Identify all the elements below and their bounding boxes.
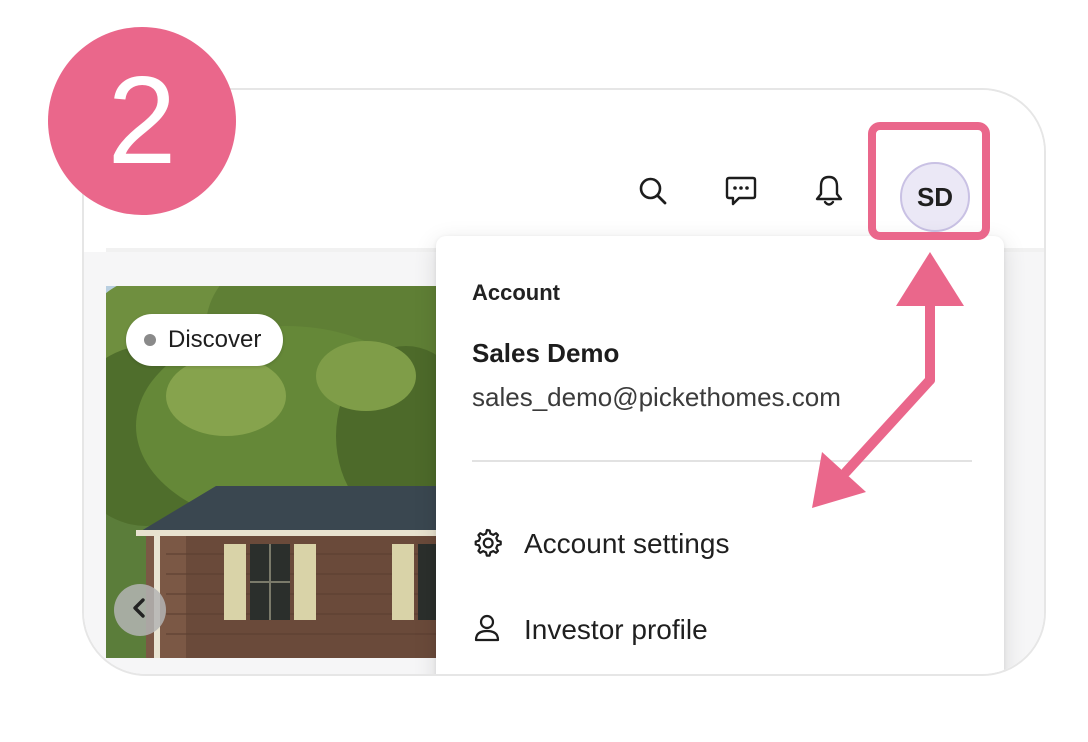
tutorial-frame: SD Discover Account Sales Demo sales_dem… (0, 0, 1088, 742)
annotation-arrow-down-left (812, 375, 935, 508)
annotation-arrow-up (896, 252, 964, 385)
annotation-arrows (812, 252, 964, 508)
